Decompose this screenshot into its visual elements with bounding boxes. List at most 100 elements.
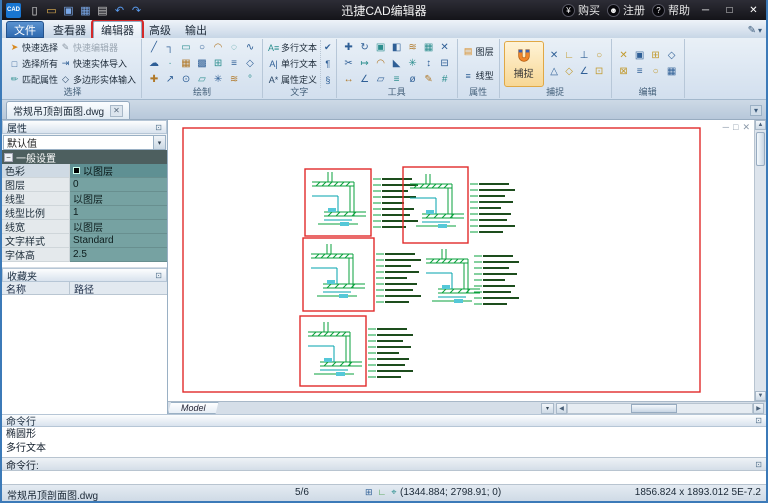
edit-tool-icon[interactable]: ▣ [632, 48, 648, 64]
cad-drawing[interactable] [168, 120, 754, 401]
open-file-icon[interactable]: ▭ [44, 4, 59, 17]
edit-tool-icon[interactable]: ✕ [616, 48, 632, 64]
property-row-linetype-scale[interactable]: 线型比例 1 [2, 206, 167, 220]
command-history[interactable]: 椭圆形 多行文本 [2, 427, 766, 458]
draw-tool-icon[interactable]: ┐ [162, 40, 178, 56]
favorites-col-path[interactable]: 路径 [70, 282, 98, 294]
property-value[interactable]: 0 [70, 178, 167, 192]
scroll-left-icon[interactable]: ◀ [556, 403, 567, 414]
document-tab[interactable]: 常规吊顶剖面图.dwg ✕ [6, 101, 130, 119]
draw-tool-icon[interactable]: ◠ [210, 40, 226, 56]
edit-tool-icon[interactable]: ⊞ [648, 48, 664, 64]
favorites-col-name[interactable]: 名称 [2, 282, 70, 294]
tab-editor[interactable]: 编辑器 [93, 21, 142, 38]
tool-icon[interactable]: ≋ [405, 40, 421, 56]
pin-icon[interactable]: ⊡ [155, 271, 162, 280]
style-dropdown-icon[interactable]: ▾ [758, 26, 762, 35]
mdi-control-icon[interactable]: ✕ [742, 122, 750, 133]
scroll-right-icon[interactable]: ▶ [753, 403, 764, 414]
quick-editor-button[interactable]: ✎ 快速编辑器 [59, 40, 137, 55]
print-icon[interactable]: ▤ [95, 4, 110, 17]
draw-tool-icon[interactable]: ▩ [194, 56, 210, 72]
chevron-down-icon[interactable]: ▾ [153, 136, 165, 149]
register-link[interactable]: ☻ 注册 [607, 2, 645, 18]
property-category-row[interactable]: − 一般设置 [2, 150, 167, 164]
tool-icon[interactable]: ↕ [421, 56, 437, 72]
status-toggle-icon[interactable]: ⊞ [365, 487, 373, 498]
horizontal-scrollbar[interactable]: ◀ ▶ [556, 403, 764, 414]
draw-tool-icon[interactable]: ▭ [178, 40, 194, 56]
dtext-button[interactable]: A| 单行文本 [267, 56, 318, 71]
linetype-button[interactable]: ≡ 线型 [462, 68, 495, 83]
draw-tool-icon[interactable]: ╱ [146, 40, 162, 56]
snap-mode-icon[interactable]: △ [547, 64, 562, 80]
text-extra-icon[interactable]: ✔ [324, 42, 332, 53]
snap-mode-icon[interactable]: ∠ [577, 64, 592, 80]
pin-icon[interactable]: ⊡ [155, 123, 162, 132]
draw-tool-icon[interactable]: ∙ [162, 56, 178, 72]
maximize-button[interactable]: □ [721, 5, 738, 16]
style-tool-icon[interactable]: ✎ [748, 25, 756, 36]
tool-icon[interactable]: ↻ [357, 40, 373, 56]
edit-tool-icon[interactable]: ○ [648, 64, 664, 80]
new-file-icon[interactable]: ▯ [27, 4, 42, 17]
text-extra-icon[interactable]: ¶ [324, 59, 332, 69]
save-all-icon[interactable]: ▦ [78, 4, 93, 17]
drawing-canvas[interactable]: ─□✕ ▲ ▼ Model ▾ ◀ ▶ [168, 120, 766, 414]
undo-icon[interactable]: ↶ [112, 4, 127, 17]
scroll-up-icon[interactable]: ▲ [755, 120, 766, 130]
layer-button[interactable]: ▤ 图层 [462, 44, 495, 59]
vertical-scrollbar[interactable]: ▲ ▼ [754, 120, 766, 401]
snap-mode-icon[interactable]: ✕ [547, 48, 562, 64]
tool-icon[interactable]: ✳ [405, 56, 421, 72]
status-toggle-icon[interactable]: ⌖ [391, 487, 396, 498]
property-row-layer[interactable]: 图层 0 [2, 178, 167, 192]
status-toggle-icon[interactable]: ∟ [378, 487, 387, 498]
tool-icon[interactable]: ◧ [389, 40, 405, 56]
layout-dropdown-icon[interactable]: ▾ [541, 403, 554, 414]
tool-icon[interactable]: ◣ [389, 56, 405, 72]
favorites-list[interactable] [2, 295, 167, 414]
property-value[interactable]: 2.5 [70, 248, 167, 262]
tool-icon[interactable]: ▦ [421, 40, 437, 56]
collapse-icon[interactable]: − [4, 153, 13, 162]
property-value[interactable]: 以图层 [70, 220, 167, 234]
property-row-linetype[interactable]: 线型 以图层 [2, 192, 167, 206]
property-value[interactable]: Standard [70, 234, 167, 248]
property-row-color[interactable]: 色彩 以图层 [2, 164, 167, 178]
close-button[interactable]: ✕ [745, 5, 762, 16]
property-row-font-height[interactable]: 字体高 2.5 [2, 248, 167, 262]
property-value[interactable]: 以图层 [70, 164, 167, 178]
quick-select-button[interactable]: ➤ 快速选择 [8, 40, 59, 55]
edit-tool-icon[interactable]: ◇ [664, 48, 680, 64]
vertical-scroll-thumb[interactable] [756, 132, 765, 166]
mdi-control-icon[interactable]: □ [733, 122, 738, 133]
tool-icon[interactable]: ↦ [357, 56, 373, 72]
snap-mode-icon[interactable]: ◇ [562, 64, 577, 80]
draw-tool-icon[interactable]: ⊞ [210, 56, 226, 72]
text-extra-icon[interactable]: § [324, 75, 332, 85]
draw-tool-icon[interactable]: ≡ [226, 56, 242, 72]
save-icon[interactable]: ▣ [61, 4, 76, 17]
snap-mode-icon[interactable]: ○ [592, 48, 607, 64]
horizontal-scroll-thumb[interactable] [631, 404, 677, 413]
property-row-lineweight[interactable]: 线宽 以图层 [2, 220, 167, 234]
pin-icon[interactable]: ⊡ [755, 416, 762, 425]
minimize-button[interactable]: ─ [697, 5, 714, 16]
tool-icon[interactable]: ✚ [341, 40, 357, 56]
quick-entity-import-button[interactable]: ⇥ 快速实体导入 [59, 56, 137, 71]
vertical-scroll-track[interactable] [755, 130, 766, 391]
snap-mode-icon[interactable]: ∟ [562, 48, 577, 64]
tool-icon[interactable]: ◠ [373, 56, 389, 72]
document-tabs-menu-icon[interactable]: ▾ [750, 105, 762, 116]
tab-output[interactable]: 输出 [178, 21, 214, 38]
tool-icon[interactable]: ▣ [373, 40, 389, 56]
edit-tool-icon[interactable]: ⊠ [616, 64, 632, 80]
mtext-button[interactable]: A≡ 多行文本 [267, 40, 318, 55]
tab-viewer[interactable]: 查看器 [46, 21, 93, 38]
draw-tool-icon[interactable]: ∿ [242, 40, 258, 56]
model-tab[interactable]: Model [168, 402, 219, 414]
tab-file[interactable]: 文件 [6, 21, 44, 38]
snap-toggle-button[interactable]: 捕捉 [504, 41, 544, 87]
snap-mode-icon[interactable]: ⊡ [592, 64, 607, 80]
